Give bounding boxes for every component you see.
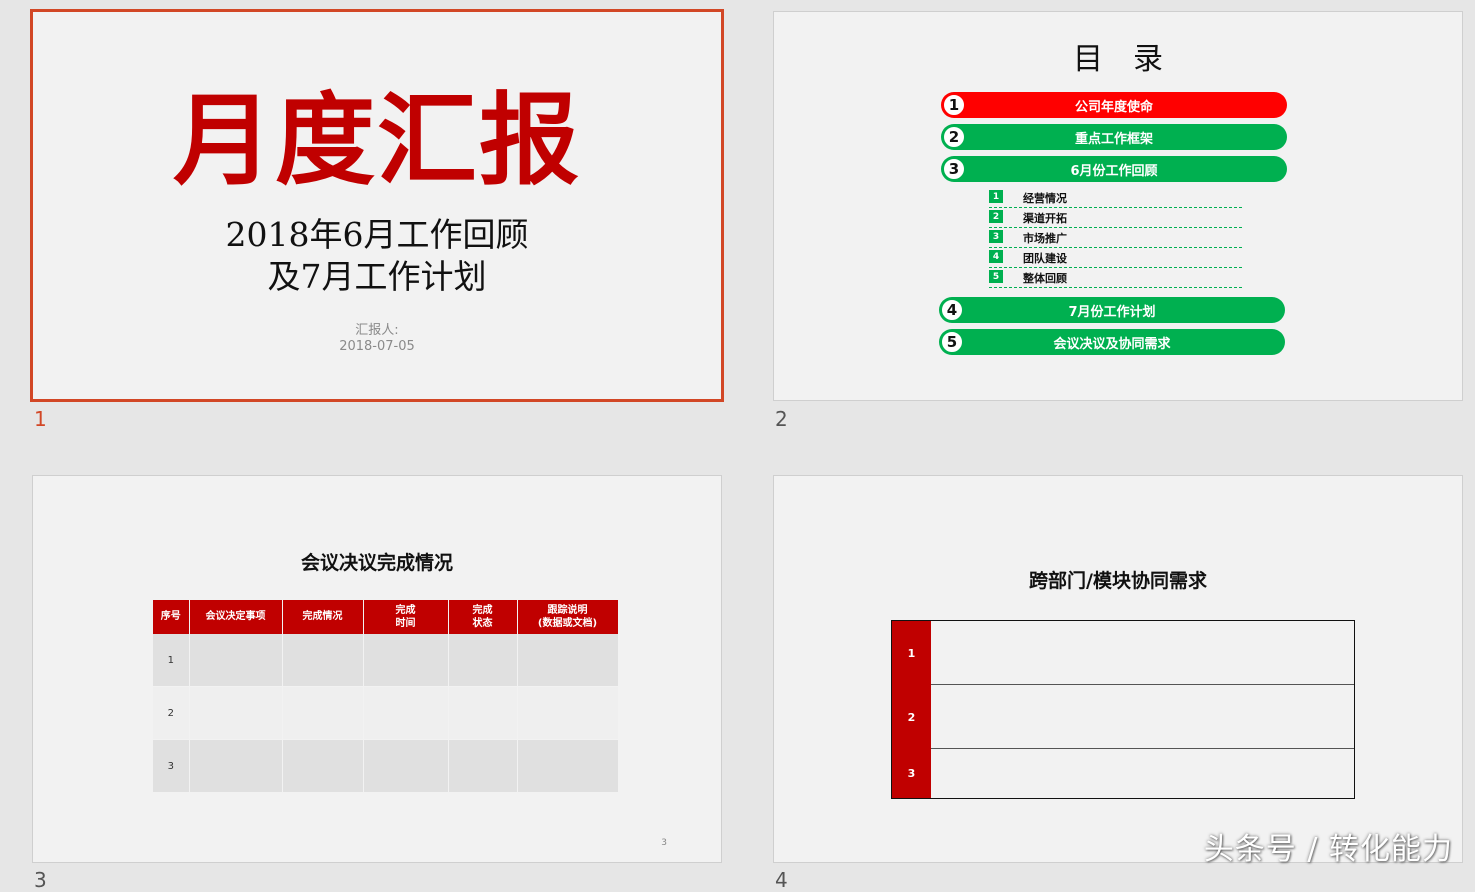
slide-thumbnail-1[interactable]: 月度汇报 2018年6月工作回顾 及7月工作计划 汇报人: 2018-07-05 — [30, 9, 724, 402]
table-cell — [189, 686, 283, 740]
toc-subitem-number: 4 — [989, 250, 1003, 263]
slide-number-2: 2 — [775, 407, 788, 431]
slide-title: 会议决议完成情况 — [300, 552, 453, 574]
collab-row-number: 2 — [892, 685, 931, 749]
toc-item-number: 1 — [942, 93, 966, 117]
toc-subitem: 3 市场推广 — [989, 228, 1242, 248]
report-date: 2018-07-05 — [339, 339, 415, 354]
toc-subitem-label: 团队建设 — [1023, 252, 1067, 265]
reporter-label: 汇报人: — [355, 323, 399, 338]
toc-item-label: 7月份工作计划 — [1068, 304, 1156, 320]
slide-number-3: 3 — [34, 868, 47, 892]
table-cell — [448, 739, 518, 793]
collab-needs-table: 1 2 3 — [891, 620, 1355, 799]
slide-thumbnail-3[interactable]: 会议决议完成情况 序号 会议决定事项 完成情况 完成 时间 完成 状态 跟踪说明… — [32, 475, 722, 863]
table-cell — [282, 739, 364, 793]
toc-title: 目录 — [1073, 42, 1193, 77]
toc-item-number: 5 — [940, 330, 964, 354]
table-cell — [189, 739, 283, 793]
slide-thumbnail-2[interactable]: 目录 1 公司年度使命 2 重点工作框架 3 6月份工作回顾 1 经营情况 2 … — [773, 11, 1463, 401]
toc-item: 3 6月份工作回顾 — [941, 156, 1287, 182]
toc-subitem-number: 2 — [989, 210, 1003, 223]
toc-subitem: 2 渠道开拓 — [989, 208, 1242, 228]
slide-title: 跨部门/模块协同需求 — [1029, 570, 1207, 592]
resolution-table: 序号 会议决定事项 完成情况 完成 时间 完成 状态 跟踪说明 (数据或文档) … — [153, 600, 619, 793]
toc-item: 2 重点工作框架 — [941, 124, 1287, 150]
slide-thumbnail-4[interactable]: 跨部门/模块协同需求 1 2 3 — [773, 475, 1463, 863]
table-cell — [517, 634, 619, 687]
collab-row-number: 3 — [892, 749, 931, 798]
slide-number-4: 4 — [775, 868, 788, 892]
row-index: 2 — [153, 686, 190, 740]
toc-subitem: 5 整体回顾 — [989, 268, 1242, 288]
toc-subitem-label: 整体回顾 — [1023, 272, 1067, 285]
toc-item-number: 3 — [942, 157, 966, 181]
slide-subtitle-line1: 2018年6月工作回顾 — [225, 215, 529, 254]
toc-item-label: 会议决议及协同需求 — [1053, 336, 1171, 352]
table-row: 3 — [153, 739, 619, 793]
table-row: 2 — [153, 686, 619, 740]
table-header: 会议决定事项 — [189, 600, 283, 634]
table-cell — [448, 634, 518, 687]
toc-subitem-number: 5 — [989, 270, 1003, 283]
toc-subitem-label: 经营情况 — [1023, 192, 1067, 205]
toc-subitem-label: 市场推广 — [1023, 232, 1067, 245]
table-header: 完成 状态 — [448, 600, 518, 634]
collab-row: 2 — [892, 685, 1354, 749]
slide-number-1: 1 — [34, 407, 47, 431]
table-cell — [448, 686, 518, 740]
collab-row: 3 — [892, 749, 1354, 798]
table-header: 序号 — [153, 600, 190, 634]
collab-row-number: 1 — [892, 621, 931, 685]
toc-subitem-number: 3 — [989, 230, 1003, 243]
table-header: 完成情况 — [282, 600, 364, 634]
toc-subitem-label: 渠道开拓 — [1023, 212, 1067, 225]
toc-subitem: 1 经营情况 — [989, 188, 1242, 208]
watermark-text: 头条号 / 转化能力 — [1203, 832, 1453, 867]
toc-subitem: 4 团队建设 — [989, 248, 1242, 268]
slide-page-number: 3 — [661, 838, 667, 848]
table-header: 完成 时间 — [363, 600, 449, 634]
table-row: 1 — [153, 634, 619, 687]
slide-subtitle-line2: 及7月工作计划 — [267, 257, 487, 296]
toc-item-label: 重点工作框架 — [1074, 131, 1153, 147]
table-cell — [517, 686, 619, 740]
toc-subitem-number: 1 — [989, 190, 1003, 203]
table-cell — [363, 686, 449, 740]
toc-item: 4 7月份工作计划 — [939, 297, 1285, 323]
row-index: 1 — [153, 634, 190, 687]
toc-item-label: 6月份工作回顾 — [1070, 163, 1158, 179]
toc-item-label: 公司年度使命 — [1074, 99, 1153, 115]
table-header: 跟踪说明 (数据或文档) — [517, 600, 619, 634]
table-cell — [517, 739, 619, 793]
toc-item-number: 2 — [942, 125, 966, 149]
toc-item: 1 公司年度使命 — [941, 92, 1287, 118]
toc-item: 5 会议决议及协同需求 — [939, 329, 1285, 355]
table-cell — [282, 686, 364, 740]
table-cell — [363, 739, 449, 793]
collab-row: 1 — [892, 621, 1354, 685]
row-index: 3 — [153, 739, 190, 793]
table-cell — [363, 634, 449, 687]
table-cell — [189, 634, 283, 687]
toc-item-number: 4 — [940, 298, 964, 322]
table-cell — [282, 634, 364, 687]
slide-title: 月度汇报 — [173, 81, 581, 199]
